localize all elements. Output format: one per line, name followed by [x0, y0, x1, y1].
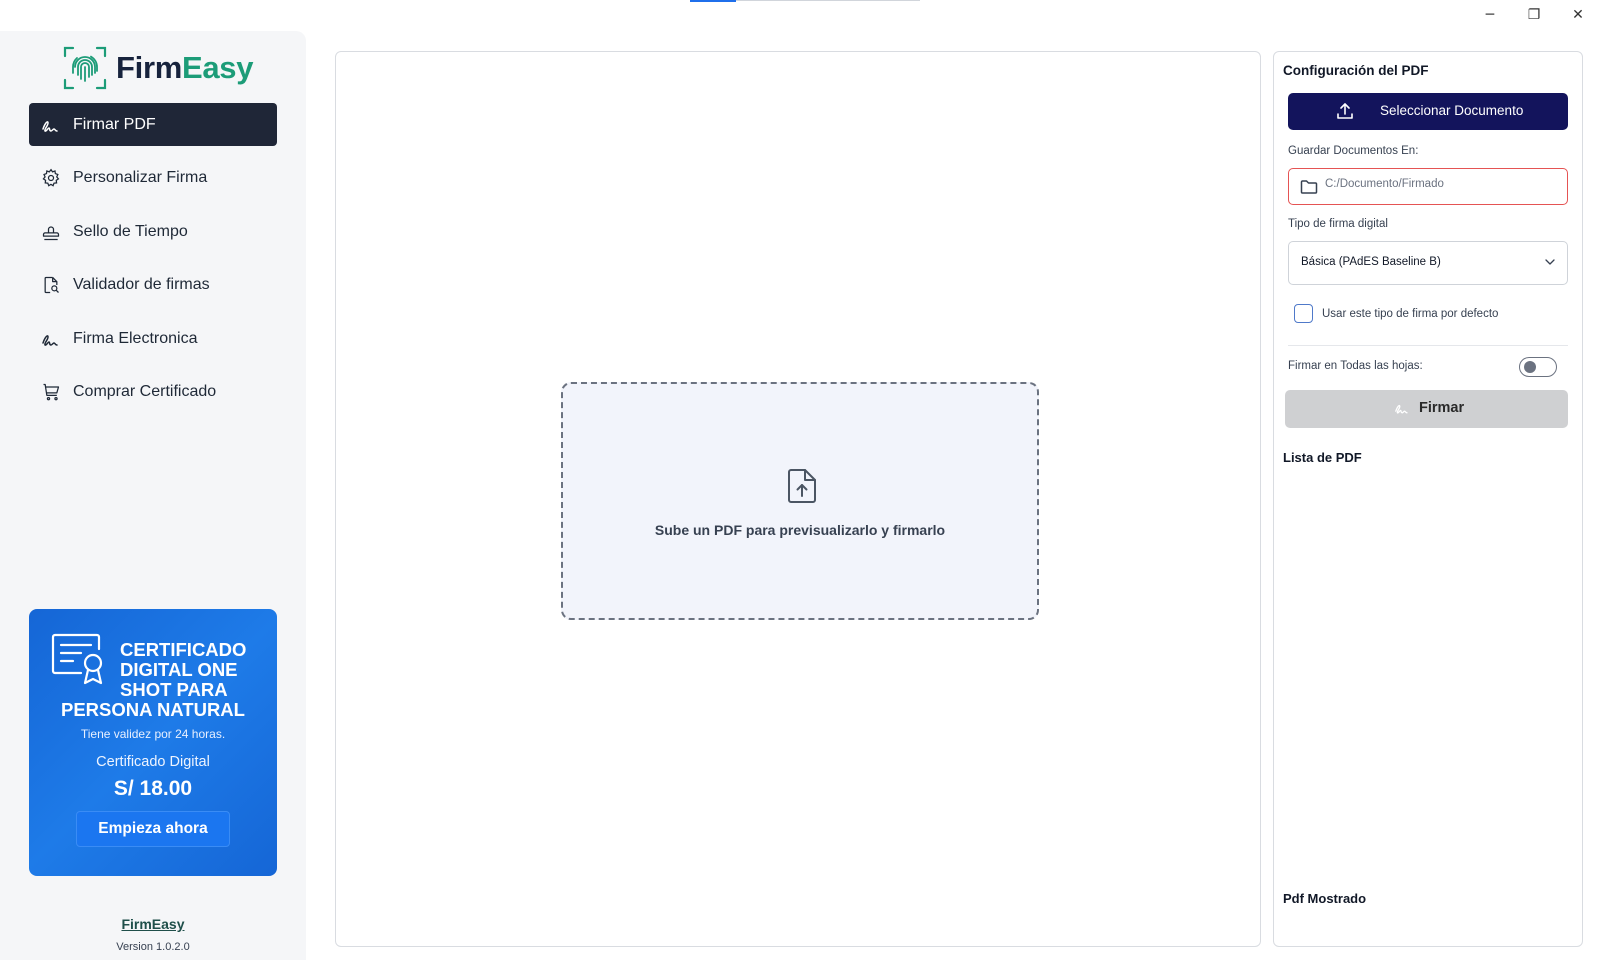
- certificate-icon: [51, 633, 103, 685]
- fingerprint-icon: [63, 46, 107, 90]
- sign-all-pages-toggle[interactable]: [1519, 357, 1557, 377]
- title-bar-line: [736, 0, 920, 1]
- minimize-button[interactable]: ─: [1468, 0, 1512, 30]
- title-bar-accent: [690, 0, 736, 2]
- signature-type-value: Básica (PAdES Baseline B): [1301, 256, 1441, 268]
- sidebar-item-firmar-pdf[interactable]: Firmar PDF: [29, 103, 277, 146]
- sidebar-item-validador-de-firmas[interactable]: Validador de firmas: [29, 264, 277, 307]
- sidebar: FirmEasy Firmar PDF Personalizar Firma S…: [0, 31, 306, 960]
- logo-text-easy: Easy: [181, 50, 254, 85]
- sidebar-item-label: Comprar Certificado: [73, 383, 217, 400]
- close-button[interactable]: ✕: [1556, 0, 1600, 30]
- sign-button[interactable]: Firmar: [1285, 390, 1568, 428]
- app-logo: FirmEasy: [62, 43, 253, 93]
- sidebar-item-firma-electronica[interactable]: Firma Electronica: [29, 317, 277, 360]
- logo-text-firm: Firm: [116, 50, 182, 85]
- signature-icon: [1395, 404, 1408, 414]
- sidebar-item-label: Personalizar Firma: [73, 169, 208, 186]
- chevron-down-icon: [1545, 259, 1555, 265]
- default-signature-label: Usar este tipo de firma por defecto: [1322, 307, 1499, 320]
- sidebar-item-label: Validador de firmas: [73, 276, 210, 293]
- sidebar-item-label: Firmar PDF: [73, 115, 156, 133]
- sign-all-pages-label: Firmar en Todas las hojas:: [1288, 360, 1423, 372]
- sidebar-item-label: Sello de Tiempo: [73, 222, 188, 240]
- sidebar-nav: Firmar PDF Personalizar Firma Sello de T…: [29, 103, 277, 424]
- promo-subtitle: Tiene validez por 24 horas.: [80, 727, 226, 741]
- promo-product: Certificado Digital: [96, 754, 210, 770]
- select-document-label: Seleccionar Documento: [1380, 103, 1524, 118]
- sidebar-item-label: Firma Electronica: [73, 329, 198, 347]
- save-location-label: Guardar Documentos En:: [1288, 145, 1419, 157]
- save-location-field[interactable]: [1288, 168, 1568, 205]
- promo-title-secondary: Persona Natural: [61, 699, 245, 720]
- folder-icon: [1300, 180, 1318, 194]
- signature-icon: [42, 120, 58, 132]
- pdf-shown-title: Pdf Mostrado: [1283, 891, 1367, 906]
- sidebar-item-sello-de-tiempo[interactable]: Sello de Tiempo: [29, 210, 277, 253]
- gear-icon: [42, 168, 60, 187]
- config-title: Configuración del PDF: [1283, 63, 1429, 78]
- footer-brand-link[interactable]: FirmEasy: [0, 916, 306, 932]
- app-window: ─ ❐ ✕ FirmEasy Firmar PDF Personalizar F…: [0, 0, 1600, 960]
- document-search-icon: [44, 276, 59, 294]
- promo-banner[interactable]: Certificado Digital One Shot para Person…: [29, 609, 277, 876]
- pdf-list-title: Lista de PDF: [1283, 450, 1362, 465]
- sidebar-item-comprar-certificado[interactable]: Comprar Certificado: [29, 371, 277, 414]
- window-controls: ─ ❐ ✕: [1468, 0, 1600, 30]
- file-upload-icon: [788, 469, 816, 503]
- sidebar-item-personalizar-firma[interactable]: Personalizar Firma: [29, 157, 277, 200]
- save-location-input[interactable]: [1325, 178, 1555, 190]
- select-document-button[interactable]: Seleccionar Documento: [1288, 93, 1568, 130]
- default-signature-checkbox[interactable]: [1294, 304, 1313, 323]
- footer-version: Version 1.0.2.0: [116, 941, 190, 953]
- pdf-dropzone[interactable]: Sube un PDF para previsualizarlo y firma…: [561, 382, 1039, 620]
- promo-title: Certificado Digital One Shot para: [120, 639, 247, 700]
- sign-all-pages-row: Firmar en Todas las hojas:: [1288, 356, 1568, 378]
- upload-icon: [1337, 103, 1353, 119]
- pdf-preview-panel: Sube un PDF para previsualizarlo y firma…: [335, 51, 1261, 947]
- signature-type-label: Tipo de firma digital: [1288, 218, 1388, 230]
- title-bar: ─ ❐ ✕: [0, 0, 1600, 30]
- default-signature-row: Usar este tipo de firma por defecto: [1294, 304, 1498, 323]
- promo-cta-button[interactable]: Empieza ahora: [76, 811, 230, 847]
- stamp-icon: [42, 225, 60, 240]
- signature-icon: [42, 334, 58, 346]
- signature-type-select[interactable]: Básica (PAdES Baseline B): [1288, 241, 1568, 285]
- restore-button[interactable]: ❐: [1512, 0, 1556, 30]
- promo-price: S/ 18.00: [113, 777, 193, 800]
- dropzone-text: Sube un PDF para previsualizarlo y firma…: [654, 522, 946, 538]
- cart-icon: [43, 383, 60, 401]
- sign-button-label: Firmar: [1419, 400, 1465, 416]
- divider: [1288, 345, 1568, 346]
- pdf-config-panel: Configuración del PDF Seleccionar Docume…: [1273, 51, 1583, 947]
